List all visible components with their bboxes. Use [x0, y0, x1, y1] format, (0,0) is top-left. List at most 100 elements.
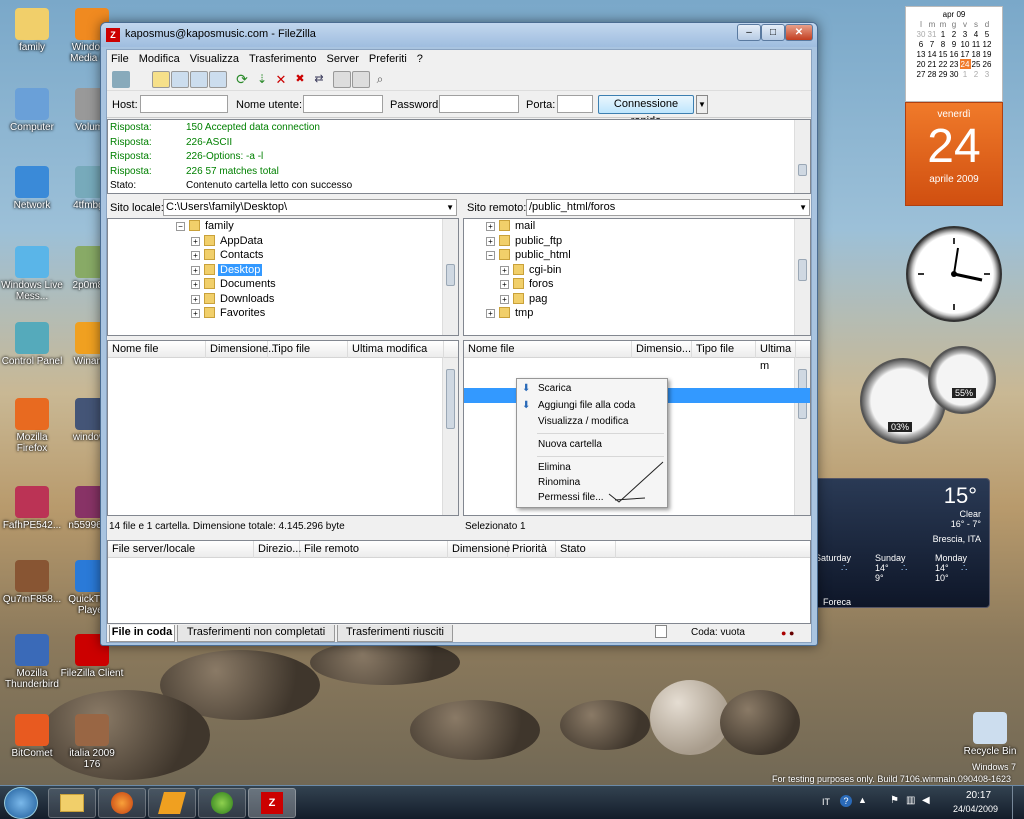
column-header-ultima-modifica[interactable]: Ultima modifica	[348, 341, 444, 358]
file-row[interactable]: desktop.ini456Configuration ...17/04/200…	[108, 418, 458, 433]
desktop-icon-computer[interactable]: Computer	[0, 88, 64, 133]
search-icon[interactable]: ⌕	[371, 71, 389, 88]
title-bar[interactable]: Z kaposmus@kaposmusic.com - FileZilla – …	[101, 23, 817, 47]
calendar-day[interactable]: 30	[916, 29, 927, 39]
queue-column-direzio[interactable]: Direzio...	[254, 541, 301, 558]
calendar-day[interactable]: 29	[938, 69, 949, 79]
calendar-day[interactable]: 25	[971, 59, 982, 69]
calendar-day[interactable]: 17	[960, 49, 971, 59]
tree-node-favorites[interactable]: + Favorites	[108, 306, 458, 321]
message-log[interactable]: Risposta: 150 Accepted data connection Ris…	[107, 119, 811, 194]
volume-icon[interactable]: ◀	[922, 795, 930, 806]
tree-node-contacts[interactable]: + Contacts	[108, 248, 458, 263]
quickconnect-dropdown[interactable]: ▼	[696, 95, 708, 114]
start-button[interactable]	[4, 787, 38, 819]
tree-node-family[interactable]: − family	[108, 219, 458, 234]
queue-column-dimensione[interactable]: Dimensione	[448, 541, 510, 558]
desktop-icon-control-panel[interactable]: Control Panel	[0, 322, 64, 367]
tree-node-documents[interactable]: + Documents	[108, 277, 458, 292]
expand-icon[interactable]: +	[191, 294, 200, 304]
tray-chevron-icon[interactable]: ▲	[858, 795, 867, 805]
calendar-day[interactable]: 9	[949, 39, 960, 49]
expand-icon[interactable]: −	[486, 251, 495, 260]
calendar-day[interactable]: 2	[949, 29, 960, 39]
chevron-down-icon[interactable]: ▼	[446, 200, 454, 215]
desktop-icon-qu7mf858[interactable]: Qu7mF858...	[0, 560, 64, 605]
username-input[interactable]	[303, 95, 383, 113]
file-row[interactable]: Gael.jpg587.298JPEG image21/04/2009 03:0…	[108, 448, 458, 463]
remote-tree[interactable]: + mail + public_ftp − public_html + cgi-bin + for…	[463, 218, 811, 336]
compare-icon[interactable]	[352, 71, 370, 88]
expand-icon[interactable]: +	[486, 309, 495, 318]
filezilla-taskbar-button[interactable]: Z	[248, 788, 296, 818]
calendar-day[interactable]: 21	[927, 59, 938, 69]
weather-gadget[interactable]: 15° Clear 16° - 7° Brescia, ITA Saturday…	[812, 478, 990, 608]
cancel-icon[interactable]: ✕	[272, 71, 290, 88]
column-header-nome-file[interactable]: Nome file	[464, 341, 632, 358]
context-menu-scarica[interactable]: ⬇ Scarica	[517, 381, 667, 397]
menu-preferiti[interactable]: Preferiti	[369, 53, 407, 65]
desktop-icon-mozilla-thunderbird[interactable]: Mozilla Thunderbird	[0, 634, 64, 690]
calendar-day[interactable]: 10	[960, 39, 971, 49]
desktop-icon-recycle-bin[interactable]: Recycle Bin	[958, 712, 1022, 757]
desktop-icon-italia-2009-176[interactable]: italia 2009 176	[60, 714, 124, 770]
expand-icon[interactable]: +	[500, 265, 509, 275]
menu-server[interactable]: Server	[326, 53, 358, 65]
tree-node-public-ftp[interactable]: + public_ftp	[464, 234, 810, 249]
disconnect-icon[interactable]: ✖	[291, 71, 309, 88]
port-input[interactable]	[557, 95, 593, 113]
menu-file[interactable]: File	[111, 53, 129, 65]
calendar-day[interactable]: 6	[916, 39, 927, 49]
toggle-tree-icon[interactable]	[171, 71, 189, 88]
column-header-ultima-m[interactable]: Ultima m	[756, 341, 796, 372]
chevron-down-icon[interactable]: ▼	[799, 200, 807, 215]
context-menu-visualizza-modifica[interactable]: Visualizza / modifica	[517, 414, 667, 430]
winamp-taskbar-button[interactable]	[148, 788, 196, 818]
minimize-button[interactable]: –	[737, 24, 761, 41]
transfer-queue[interactable]: File server/locale Direzio... File remoto D…	[107, 540, 811, 624]
quickconnect-button[interactable]: Connessione rapida	[598, 95, 694, 127]
calendar-day[interactable]: 5	[982, 29, 993, 39]
menu-modifica[interactable]: Modifica	[139, 53, 180, 65]
file-row[interactable]: 4tfmbgw.gif460.410GIF image17/04/2009 11…	[108, 403, 458, 418]
calendar-day[interactable]: 18	[971, 49, 982, 59]
tree-node-desktop[interactable]: + Desktop	[108, 263, 458, 278]
firefox-taskbar-button[interactable]	[98, 788, 146, 818]
file-row[interactable]: Filetopia3File folder20/04/2009 20:38:24	[108, 373, 458, 388]
calendar-day[interactable]: 23	[949, 59, 960, 69]
tree-node-public-html[interactable]: − public_html	[464, 248, 810, 263]
calendar-day[interactable]: 7	[927, 39, 938, 49]
desktop-icon-windows-live-mess[interactable]: Windows Live Mess...	[0, 246, 64, 302]
toggle-log-icon[interactable]	[152, 71, 170, 88]
queue-tab-file-in-coda[interactable]: File in coda	[109, 625, 175, 642]
file-row[interactable]: 2p0m8.jpg.gif1.806.512GIF image17/04/200…	[108, 388, 458, 403]
explorer-taskbar-button[interactable]	[48, 788, 96, 818]
calendar-day[interactable]: 3	[982, 69, 993, 79]
column-header-nome-file[interactable]: Nome file	[108, 341, 206, 358]
site-manager-icon[interactable]	[112, 71, 130, 88]
filezilla-window[interactable]: Z kaposmus@kaposmusic.com - FileZilla – …	[100, 22, 818, 646]
calendar-day[interactable]: 4	[971, 29, 982, 39]
calendar-day[interactable]: 30	[949, 69, 960, 79]
calendar-day[interactable]: 1	[938, 29, 949, 39]
file-row[interactable]: ..	[108, 358, 458, 373]
desktop-icon-mozilla-firefox[interactable]: Mozilla Firefox	[0, 398, 64, 454]
tree-node-pag[interactable]: + pag	[464, 292, 810, 307]
network-icon[interactable]: ▥	[906, 795, 915, 806]
queue-column-file-remoto[interactable]: File remoto	[300, 541, 448, 558]
local-path-input[interactable]: C:\Users\family\Desktop\ ▼	[163, 199, 457, 216]
expand-icon[interactable]: −	[176, 222, 185, 231]
calendar-day[interactable]: 24	[959, 59, 971, 69]
calendar-day[interactable]: 31	[927, 29, 938, 39]
tree-node-appdata[interactable]: + AppData	[108, 234, 458, 249]
maximize-button[interactable]: □	[761, 24, 785, 41]
column-header-tipo-file[interactable]: Tipo file	[268, 341, 348, 358]
desktop-icon-family[interactable]: family	[0, 8, 64, 53]
calendar-day[interactable]: 1	[960, 69, 971, 79]
refresh-icon[interactable]: ⟳	[233, 71, 251, 88]
calendar-day[interactable]: 27	[916, 69, 927, 79]
expand-icon[interactable]: +	[191, 280, 200, 289]
queue-column-stato[interactable]: Stato	[556, 541, 616, 558]
menu-visualizza[interactable]: Visualizza	[190, 53, 239, 65]
column-header-dimensio[interactable]: Dimensio...	[632, 341, 692, 358]
